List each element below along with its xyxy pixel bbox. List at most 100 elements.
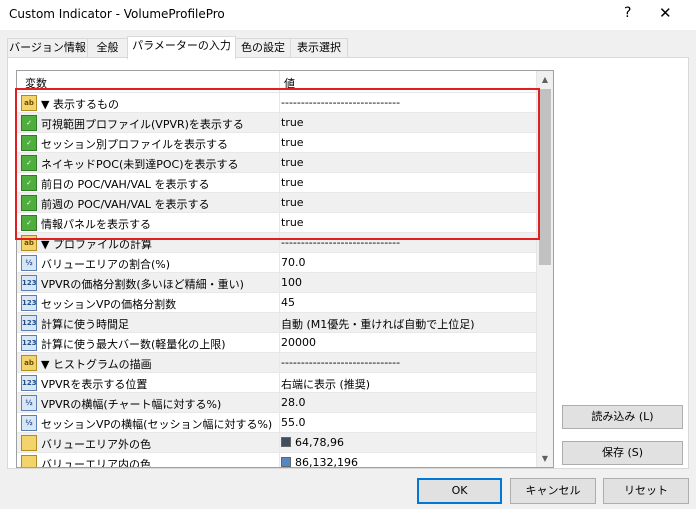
parameter-name: ▼ 表示するもの xyxy=(41,98,119,111)
grid-rows: ab ▼ 表示するもの ------------------------------… xyxy=(17,93,537,468)
parameter-row[interactable]: 123 VPVRの価格分割数(多いほど精細・重い) 100 xyxy=(17,273,537,293)
color-icon xyxy=(21,455,37,467)
tab-general[interactable]: 全般 xyxy=(87,38,128,58)
parameter-value[interactable]: true xyxy=(281,156,304,169)
parameter-name: ネイキッドPOC(未到達POC)を表示する xyxy=(41,158,239,171)
parameter-row[interactable]: 123 計算に使う最大バー数(軽量化の上限) 20000 xyxy=(17,333,537,353)
parameter-value[interactable]: 自動 (M1優先・重ければ自動で上位足) xyxy=(281,316,475,332)
parameter-value[interactable]: true xyxy=(281,176,304,189)
boolean-check-icon: ✓ xyxy=(21,175,37,191)
text-string-icon: ab xyxy=(21,235,37,251)
parameter-value[interactable]: 86,132,196 xyxy=(281,456,358,468)
header-variable: 変数 xyxy=(25,77,47,90)
window-title: Custom Indicator - VolumeProfilePro xyxy=(9,7,225,21)
parameter-name: 計算に使う時間足 xyxy=(41,318,129,331)
parameter-row[interactable]: ✓ セッション別プロファイルを表示する true xyxy=(17,133,537,153)
parameter-row[interactable]: 123 VPVRを表示する位置 右端に表示 (推奨) xyxy=(17,373,537,393)
parameter-value[interactable]: true xyxy=(281,216,304,229)
parameter-value[interactable]: 右端に表示 (推奨) xyxy=(281,376,370,392)
parameter-row[interactable]: ✓ ネイキッドPOC(未到達POC)を表示する true xyxy=(17,153,537,173)
parameter-name: バリューエリア外の色 xyxy=(41,438,151,451)
parameter-name: VPVRの横幅(チャート幅に対する%) xyxy=(41,398,222,411)
parameter-value[interactable]: 20000 xyxy=(281,336,316,349)
tab-version-info[interactable]: バージョン情報 xyxy=(7,38,88,58)
help-button[interactable]: ? xyxy=(624,5,631,21)
cancel-button[interactable]: キャンセル xyxy=(510,478,596,504)
color-icon xyxy=(21,435,37,451)
integer-icon: 123 xyxy=(21,275,37,291)
tab-colors[interactable]: 色の設定 xyxy=(235,38,291,58)
decimal-icon: ½ xyxy=(21,415,37,431)
integer-icon: 123 xyxy=(21,315,37,331)
parameter-name: ▼ ヒストグラムの描画 xyxy=(41,358,152,371)
parameter-row[interactable]: ab ▼ プロファイルの計算 ---------------------------… xyxy=(17,233,537,253)
text-string-icon: ab xyxy=(21,95,37,111)
scroll-down-arrow-icon[interactable]: ▼ xyxy=(537,450,553,467)
parameter-row[interactable]: ✓ 情報パネルを表示する true xyxy=(17,213,537,233)
parameter-name: 前日の POC/VAH/VAL を表示する xyxy=(41,178,210,191)
tab-visualization[interactable]: 表示選択 xyxy=(290,38,348,58)
parameter-name: 計算に使う最大バー数(軽量化の上限) xyxy=(41,338,226,351)
boolean-check-icon: ✓ xyxy=(21,215,37,231)
boolean-check-icon: ✓ xyxy=(21,135,37,151)
parameter-value[interactable]: ------------------------------ xyxy=(281,96,400,109)
parameter-value[interactable]: ------------------------------ xyxy=(281,356,400,369)
parameter-row[interactable]: ab ▼ ヒストグラムの描画 ---------------------------… xyxy=(17,353,537,373)
parameter-row[interactable]: ab ▼ 表示するもの ------------------------------ xyxy=(17,93,537,113)
scroll-up-arrow-icon[interactable]: ▲ xyxy=(537,71,553,88)
parameter-row[interactable]: バリューエリア内の色 86,132,196 xyxy=(17,453,537,468)
load-button[interactable]: 読み込み (L) xyxy=(562,405,683,429)
parameter-name: バリューエリア内の色 xyxy=(41,458,151,468)
parameter-value[interactable]: true xyxy=(281,136,304,149)
parameter-name: VPVRを表示する位置 xyxy=(41,378,148,391)
parameter-value[interactable]: ------------------------------ xyxy=(281,236,400,249)
parameter-value[interactable]: 64,78,96 xyxy=(281,436,344,449)
scroll-thumb[interactable] xyxy=(539,89,551,265)
color-value-text: 64,78,96 xyxy=(295,436,344,449)
parameter-value[interactable]: true xyxy=(281,116,304,129)
title-bar: Custom Indicator - VolumeProfilePro ? ✕ xyxy=(0,0,696,30)
parameter-grid[interactable]: 変数 値 ab ▼ 表示するもの -------------------------… xyxy=(16,70,554,468)
parameter-row[interactable]: ½ バリューエリアの割合(%) 70.0 xyxy=(17,253,537,273)
parameter-row[interactable]: ✓ 前週の POC/VAH/VAL を表示する true xyxy=(17,193,537,213)
save-button[interactable]: 保存 (S) xyxy=(562,441,683,465)
parameter-value[interactable]: 28.0 xyxy=(281,396,306,409)
parameter-name: 情報パネルを表示する xyxy=(41,218,151,231)
color-value-text: 86,132,196 xyxy=(295,456,358,468)
parameter-name: 前週の POC/VAH/VAL を表示する xyxy=(41,198,210,211)
parameter-name: セッションVPの価格分割数 xyxy=(41,298,177,311)
parameter-value[interactable]: 55.0 xyxy=(281,416,306,429)
parameter-row[interactable]: ½ セッションVPの横幅(セッション幅に対する%) 55.0 xyxy=(17,413,537,433)
ok-button[interactable]: OK xyxy=(417,478,502,504)
parameter-name: VPVRの価格分割数(多いほど精細・重い) xyxy=(41,278,244,291)
color-swatch xyxy=(281,457,291,467)
parameter-name: 可視範囲プロファイル(VPVR)を表示する xyxy=(41,118,244,131)
boolean-check-icon: ✓ xyxy=(21,155,37,171)
decimal-icon: ½ xyxy=(21,395,37,411)
parameter-name: セッション別プロファイルを表示する xyxy=(41,138,228,151)
integer-icon: 123 xyxy=(21,295,37,311)
text-string-icon: ab xyxy=(21,355,37,371)
header-value: 値 xyxy=(284,77,295,90)
boolean-check-icon: ✓ xyxy=(21,195,37,211)
grid-header: 変数 値 xyxy=(17,71,537,93)
integer-icon: 123 xyxy=(21,375,37,391)
tab-input-parameters[interactable]: パラメーターの入力 xyxy=(127,36,236,59)
decimal-icon: ½ xyxy=(21,255,37,271)
parameter-row[interactable]: ½ VPVRの横幅(チャート幅に対する%) 28.0 xyxy=(17,393,537,413)
parameter-row[interactable]: 123 計算に使う時間足 自動 (M1優先・重ければ自動で上位足) xyxy=(17,313,537,333)
parameter-row[interactable]: ✓ 可視範囲プロファイル(VPVR)を表示する true xyxy=(17,113,537,133)
close-button[interactable]: ✕ xyxy=(659,4,672,22)
parameter-row[interactable]: 123 セッションVPの価格分割数 45 xyxy=(17,293,537,313)
parameter-row[interactable]: バリューエリア外の色 64,78,96 xyxy=(17,433,537,453)
parameter-name: セッションVPの横幅(セッション幅に対する%) xyxy=(41,418,273,431)
parameter-value[interactable]: 70.0 xyxy=(281,256,306,269)
parameter-value[interactable]: 100 xyxy=(281,276,302,289)
reset-button[interactable]: リセット xyxy=(603,478,689,504)
parameter-name: ▼ プロファイルの計算 xyxy=(41,238,152,251)
parameter-value[interactable]: 45 xyxy=(281,296,295,309)
color-swatch xyxy=(281,437,291,447)
parameter-value[interactable]: true xyxy=(281,196,304,209)
parameter-row[interactable]: ✓ 前日の POC/VAH/VAL を表示する true xyxy=(17,173,537,193)
vertical-scrollbar[interactable]: ▲ ▼ xyxy=(536,71,553,467)
